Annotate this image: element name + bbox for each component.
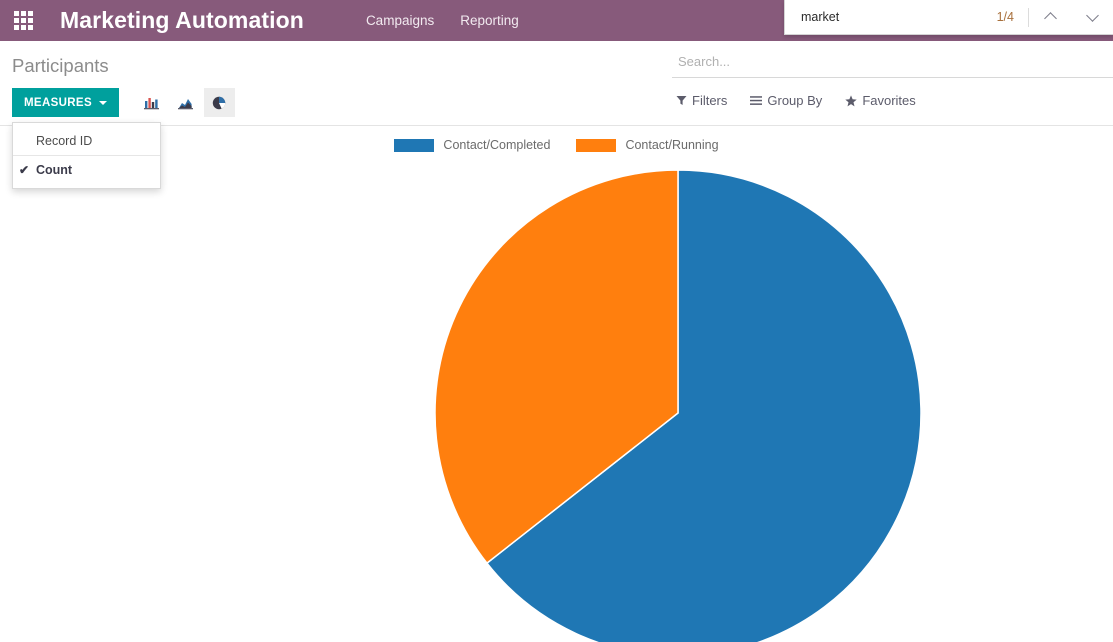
measures-item-count[interactable]: ✔ Count bbox=[13, 155, 160, 184]
chevron-up-icon bbox=[1043, 12, 1057, 25]
find-previous-button[interactable] bbox=[1029, 0, 1071, 34]
measures-item-record-id[interactable]: Record ID bbox=[13, 127, 160, 155]
search-view bbox=[672, 53, 1113, 78]
filters-label: Filters bbox=[692, 93, 728, 108]
pie-chart bbox=[0, 126, 1113, 642]
pie-chart-button[interactable] bbox=[203, 88, 235, 117]
view-toolbar: MEASURES bbox=[12, 88, 235, 117]
chevron-down-icon bbox=[1085, 9, 1099, 22]
nav-item-reporting[interactable]: Reporting bbox=[460, 0, 519, 41]
measures-item-label: Count bbox=[36, 163, 73, 177]
funnel-icon bbox=[676, 96, 687, 105]
bar-chart-icon bbox=[143, 98, 159, 110]
hamburger-icon bbox=[750, 96, 763, 105]
pie-chart-svg bbox=[434, 169, 922, 642]
chart-type-switcher bbox=[136, 88, 235, 117]
apps-menu-button[interactable] bbox=[0, 0, 46, 41]
filters-menu-button[interactable]: Filters bbox=[676, 93, 727, 108]
search-dropdown-row: Filters Group By Favorites bbox=[676, 93, 916, 108]
group-by-menu-button[interactable]: Group By bbox=[750, 93, 822, 108]
bar-chart-button[interactable] bbox=[136, 88, 167, 117]
measures-dropdown-menu: Record ID ✔ Count bbox=[12, 122, 161, 189]
control-panel: Participants MEASURES Search... Filters … bbox=[0, 41, 1113, 126]
favorites-label: Favorites bbox=[862, 93, 916, 108]
pie-chart-icon bbox=[212, 96, 226, 109]
measures-button[interactable]: MEASURES bbox=[12, 88, 119, 117]
nav-item-campaigns[interactable]: Campaigns bbox=[366, 0, 434, 41]
favorites-menu-button[interactable]: Favorites bbox=[845, 93, 916, 108]
caret-down-icon bbox=[98, 100, 107, 105]
measures-item-label: Record ID bbox=[36, 134, 93, 148]
navbar-menu: Campaigns Reporting bbox=[366, 0, 519, 41]
pie-slice-group bbox=[434, 169, 922, 642]
find-match-counter: 1/4 bbox=[996, 10, 1014, 24]
find-next-button[interactable] bbox=[1071, 0, 1113, 34]
group-by-label: Group By bbox=[767, 93, 823, 108]
page-title: Participants bbox=[12, 55, 109, 76]
apps-grid-icon bbox=[13, 11, 33, 30]
chart-area: Contact/Completed Contact/Running bbox=[0, 126, 1113, 642]
line-chart-button[interactable] bbox=[170, 88, 201, 117]
browser-find-bar: 1/4 bbox=[784, 0, 1113, 35]
measures-button-label: MEASURES bbox=[24, 96, 92, 109]
app-brand-title: Marketing Automation bbox=[60, 7, 304, 33]
find-in-page-input[interactable] bbox=[785, 10, 997, 24]
search-input[interactable] bbox=[672, 54, 1113, 78]
line-chart-icon bbox=[177, 99, 193, 110]
star-icon bbox=[845, 94, 858, 106]
check-icon: ✔ bbox=[19, 163, 30, 177]
